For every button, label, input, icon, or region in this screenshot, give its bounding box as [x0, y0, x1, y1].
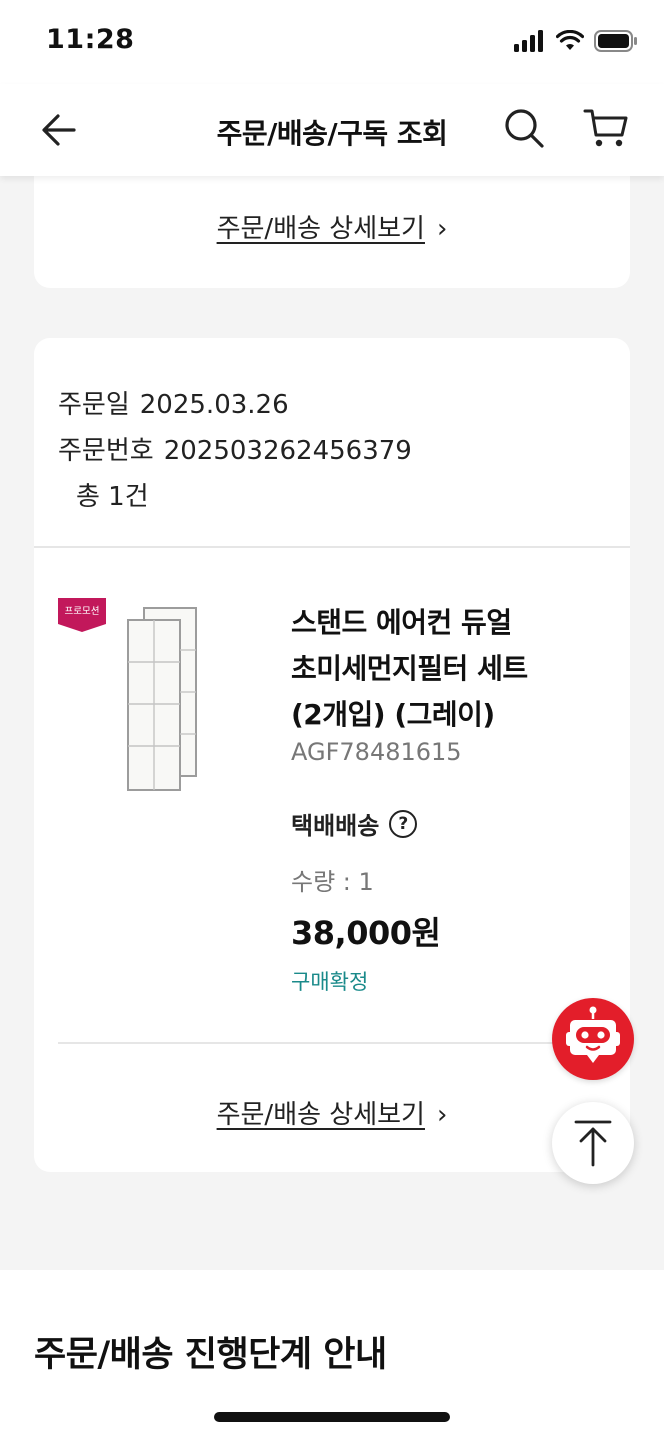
- order-number-value: 202503262456379: [163, 436, 412, 466]
- order-date-value: 2025.03.26: [139, 390, 289, 420]
- order-date-label: 주문일: [58, 390, 130, 420]
- cart-button[interactable]: [582, 106, 630, 150]
- help-icon[interactable]: ?: [389, 809, 418, 838]
- product-name-line: 스탠드 에어컨 듀얼: [291, 606, 512, 639]
- order-detail-link-label: 주문/배송 상세보기: [216, 214, 425, 244]
- product-image[interactable]: [126, 606, 202, 794]
- quantity: 수량 : 1: [291, 868, 374, 896]
- order-number-label: 주문번호: [58, 436, 154, 466]
- chatbot-button[interactable]: [552, 998, 634, 1080]
- order-date-row: 주문일 2025.03.26: [58, 382, 412, 428]
- chevron-right-icon: ›: [436, 1100, 448, 1130]
- status-icons: [514, 30, 638, 52]
- chevron-right-icon: ›: [436, 214, 448, 244]
- order-detail-link[interactable]: 주문/배송 상세보기 ›: [34, 208, 630, 245]
- product-code: AGF78481615: [291, 738, 462, 766]
- shipping-method: 택배배송 ?: [291, 806, 418, 841]
- order-detail-link-label: 주문/배송 상세보기: [216, 1100, 425, 1130]
- promo-badge: 프로모션: [58, 598, 106, 632]
- order-number-row: 주문번호 202503262456379: [58, 428, 412, 474]
- cart-icon: [583, 109, 628, 147]
- cellular-signal-icon: [514, 30, 543, 52]
- battery-icon: [594, 30, 637, 52]
- divider: [34, 546, 630, 548]
- page-title: 주문/배송/구독 조회: [216, 117, 448, 150]
- arrow-up-icon: [574, 1120, 612, 1167]
- shipping-method-label: 택배배송: [291, 812, 380, 840]
- order-card: 주문일 2025.03.26 주문번호 202503262456379 총 1건 프…: [34, 338, 630, 1172]
- wifi-icon: [556, 30, 584, 50]
- scroll-to-top-button[interactable]: [552, 1102, 634, 1184]
- divider: [58, 1042, 630, 1044]
- search-button[interactable]: [502, 106, 546, 150]
- price: 38,000원: [291, 914, 441, 952]
- delivery-guide-section: 주문/배송 진행단계 안내: [0, 1270, 664, 1440]
- status-time: 11:28: [46, 24, 135, 55]
- app-header: 주문/배송/구독 조회: [0, 84, 664, 176]
- order-count: 총 1건: [76, 482, 149, 512]
- chatbot-robot-icon: [566, 1006, 620, 1063]
- product-name[interactable]: 스탠드 에어컨 듀얼 초미세먼지필터 세트 (2개입) (그레이): [291, 600, 591, 738]
- product-name-line: (2개입) (그레이): [291, 698, 495, 731]
- order-info: 주문일 2025.03.26 주문번호 202503262456379 총 1건: [58, 382, 412, 520]
- section-title: 주문/배송 진행단계 안내: [34, 1335, 387, 1375]
- order-detail-link[interactable]: 주문/배송 상세보기 ›: [34, 1094, 630, 1131]
- order-status: 구매확정: [291, 970, 369, 994]
- promo-badge-label: 프로모션: [65, 606, 100, 617]
- home-indicator: [214, 1412, 450, 1422]
- search-icon: [505, 109, 544, 148]
- status-bar: 11:28: [0, 0, 664, 84]
- product-name-line: 초미세먼지필터 세트: [291, 652, 528, 685]
